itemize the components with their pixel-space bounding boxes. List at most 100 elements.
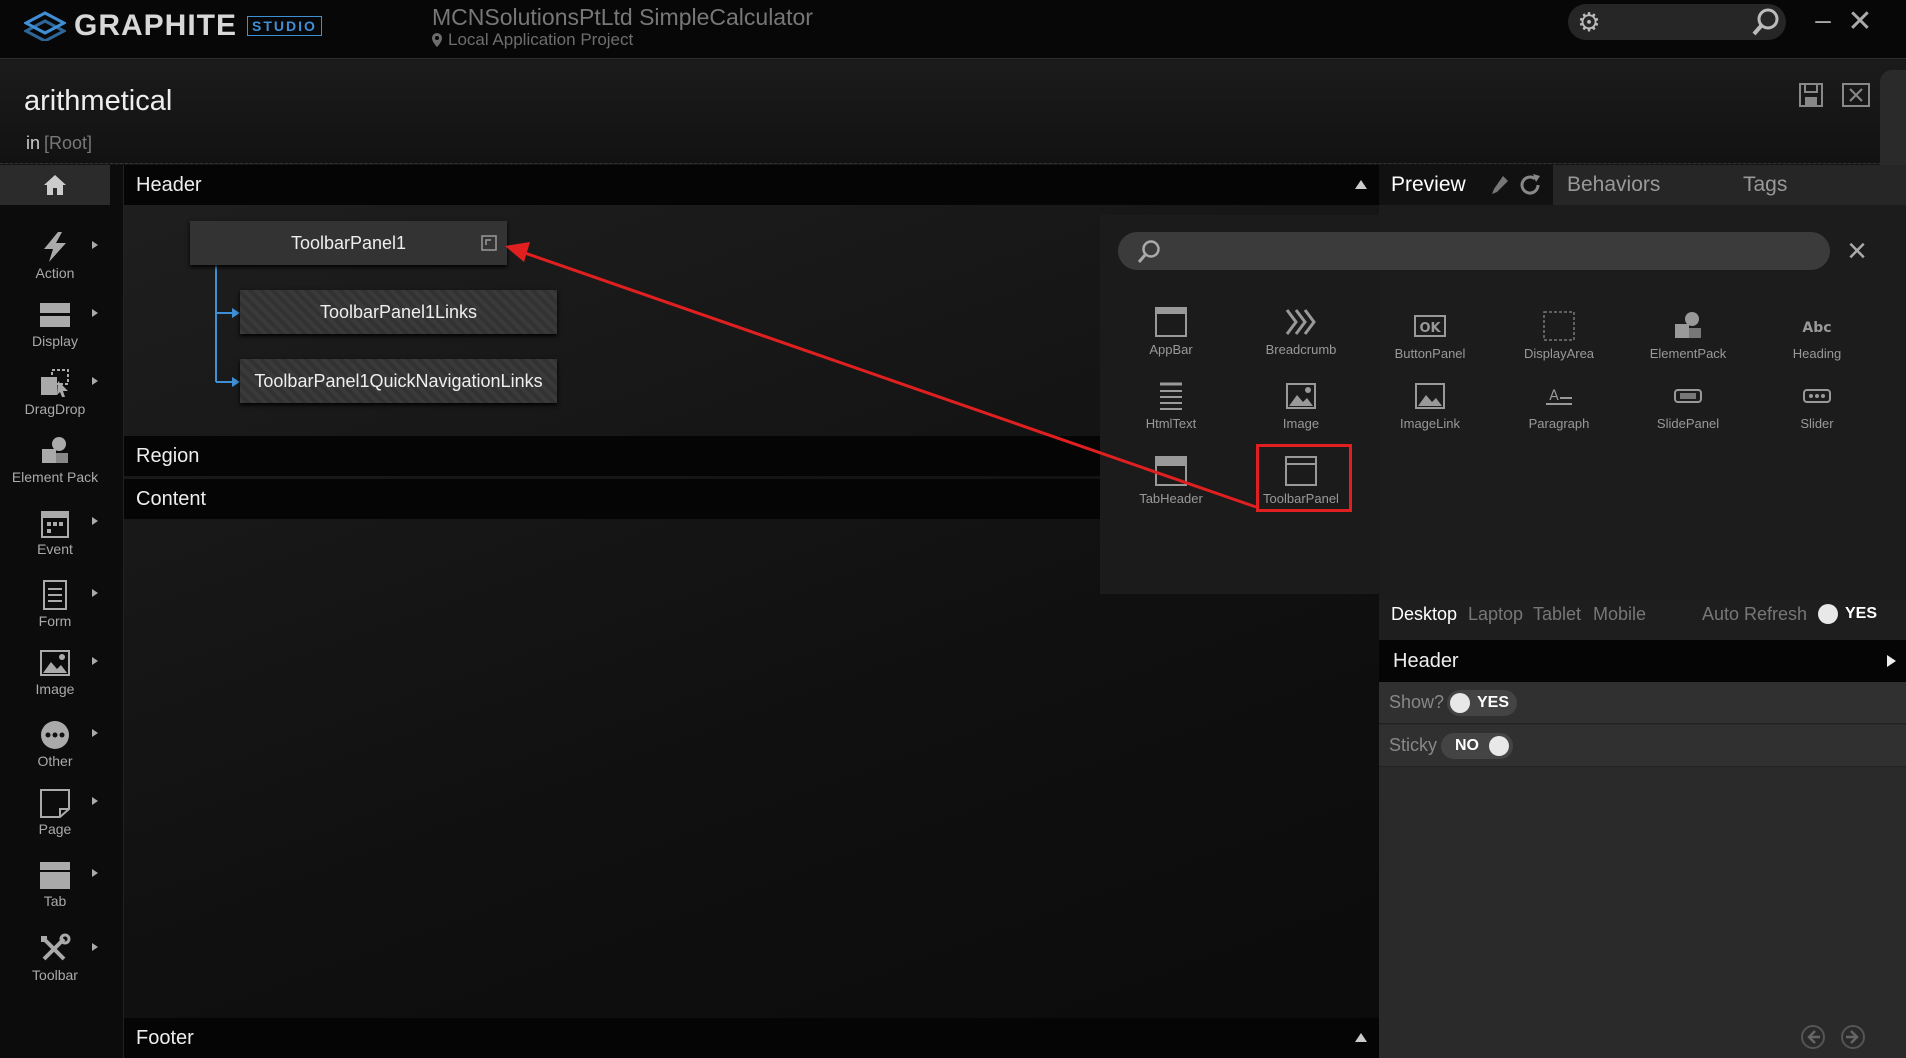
- component-label: ImageLink: [1400, 416, 1460, 431]
- device-tablet[interactable]: Tablet: [1533, 604, 1581, 625]
- tree-node-toolbarpanel1quicknavigationlinks[interactable]: ToolbarPanel1QuickNavigationLinks: [240, 359, 557, 403]
- more-icon: [41, 721, 69, 749]
- component-search-input[interactable]: [1118, 232, 1830, 270]
- sidebar-item-label: Image: [35, 681, 75, 697]
- expand-arrow-icon[interactable]: [1887, 655, 1896, 667]
- collapse-icon[interactable]: [1355, 1033, 1367, 1042]
- component-label: Breadcrumb: [1265, 342, 1337, 357]
- auto-refresh-toggle[interactable]: [1818, 604, 1838, 624]
- slide-panel-icon: [1674, 389, 1702, 403]
- device-desktop[interactable]: Desktop: [1391, 604, 1457, 625]
- forward-arrow-icon[interactable]: [1838, 1024, 1868, 1050]
- minimize-button[interactable]: –: [1810, 6, 1836, 36]
- component-breadcrumb[interactable]: Breadcrumb: [1246, 306, 1356, 357]
- tree-node-toolbarpanel1links[interactable]: ToolbarPanel1Links: [240, 290, 557, 334]
- close-icon[interactable]: [1841, 82, 1871, 108]
- sticky-toggle-value: NO: [1455, 737, 1479, 754]
- back-arrow-icon[interactable]: [1798, 1024, 1828, 1050]
- component-paragraph[interactable]: A Paragraph: [1504, 380, 1614, 431]
- element-pack-icon: [42, 437, 68, 463]
- section-header[interactable]: Header: [124, 165, 1379, 205]
- component-tabheader[interactable]: TabHeader: [1116, 455, 1226, 506]
- component-slider[interactable]: Slider: [1762, 380, 1872, 431]
- component-elementpack[interactable]: ElementPack: [1633, 310, 1743, 361]
- tab-preview[interactable]: Preview: [1379, 165, 1553, 205]
- component-imagelink[interactable]: ImageLink: [1375, 380, 1485, 431]
- component-appbar[interactable]: AppBar: [1116, 306, 1226, 357]
- component-slidepanel[interactable]: SlidePanel: [1633, 380, 1743, 431]
- svg-text:Abc: Abc: [1802, 320, 1831, 336]
- expand-arrow-icon: [92, 797, 98, 805]
- image-link-icon: [1415, 383, 1445, 409]
- component-displayarea[interactable]: DisplayArea: [1504, 310, 1614, 361]
- sidebar-item-image[interactable]: Image: [0, 647, 110, 709]
- sidebar-item-event[interactable]: Event: [0, 507, 110, 569]
- element-pack-icon: [1675, 312, 1701, 338]
- tree-node-label: ToolbarPanel1QuickNavigationLinks: [254, 371, 543, 391]
- sidebar-item-dragdrop[interactable]: DragDrop: [0, 367, 110, 429]
- properties-section-header[interactable]: Header: [1379, 640, 1906, 682]
- dragdrop-icon: [41, 369, 69, 397]
- tab-icon: [40, 862, 70, 889]
- expand-arrow-icon: [92, 589, 98, 597]
- page-title: arithmetical: [24, 85, 173, 117]
- breadcrumb: in [Root]: [26, 133, 92, 154]
- component-label: Paragraph: [1528, 416, 1590, 431]
- close-picker-button[interactable]: ×: [1842, 234, 1872, 268]
- expand-arrow-icon: [92, 309, 98, 317]
- device-laptop[interactable]: Laptop: [1468, 604, 1523, 625]
- section-footer[interactable]: Footer: [124, 1018, 1379, 1058]
- breadcrumb-root[interactable]: [Root]: [44, 133, 92, 153]
- sidebar-item-tab[interactable]: Tab: [0, 859, 110, 921]
- sidebar-item-form[interactable]: Form: [0, 579, 110, 641]
- image-icon: [40, 650, 70, 676]
- tab-window-icon: [1155, 456, 1187, 486]
- home-icon: [44, 175, 66, 195]
- tab-behaviors[interactable]: Behaviors: [1553, 165, 1729, 205]
- component-heading[interactable]: Abc Heading: [1762, 310, 1872, 361]
- show-toggle-knob: [1450, 693, 1470, 713]
- component-htmltext[interactable]: HtmlText: [1116, 380, 1226, 431]
- component-label: HtmlText: [1145, 416, 1197, 431]
- sidebar-item-action[interactable]: Action: [0, 231, 110, 293]
- tab-tags[interactable]: Tags: [1729, 165, 1906, 205]
- sidebar-item-label: Element Pack: [11, 469, 99, 485]
- search-icon[interactable]: [1750, 6, 1782, 38]
- close-window-button[interactable]: ✕: [1846, 6, 1874, 38]
- sidebar-item-label: Event: [37, 541, 73, 557]
- breadcrumb-icon: [1285, 309, 1316, 335]
- sidebar-item-display[interactable]: Display: [0, 299, 110, 361]
- save-icon[interactable]: [1798, 82, 1824, 108]
- pencil-icon[interactable]: [1491, 175, 1509, 195]
- collapse-icon[interactable]: [1355, 180, 1367, 189]
- sidebar-item-label: Display: [32, 333, 78, 349]
- app-logo: GRAPHITE STUDIO: [24, 6, 322, 46]
- sidebar-item-toolbar[interactable]: Toolbar: [0, 933, 110, 995]
- side-panel-handle[interactable]: [1880, 70, 1906, 180]
- sticky-toggle-knob: [1489, 736, 1509, 756]
- component-label: ElementPack: [1649, 346, 1727, 361]
- refresh-icon[interactable]: [1517, 172, 1543, 198]
- sidebar-item-page[interactable]: Page: [0, 787, 110, 849]
- ok-button-icon: OK: [1414, 315, 1446, 337]
- expand-arrow-icon: [92, 377, 98, 385]
- section-region-label: Region: [136, 445, 200, 467]
- expand-corner-icon[interactable]: [481, 235, 497, 251]
- home-button[interactable]: [0, 165, 110, 205]
- section-content-label: Content: [136, 488, 207, 510]
- device-mobile[interactable]: Mobile: [1593, 604, 1646, 625]
- project-name: MCNSolutionsPtLtd SimpleCalculator: [432, 4, 813, 30]
- svg-text:A: A: [1549, 388, 1559, 404]
- component-buttonpanel[interactable]: OK ButtonPanel: [1375, 310, 1485, 361]
- component-image[interactable]: Image: [1246, 380, 1356, 431]
- selection-highlight: [1256, 444, 1352, 512]
- tree-node-label: ToolbarPanel1: [290, 233, 407, 253]
- tree-node-toolbarpanel1[interactable]: ToolbarPanel1: [190, 221, 507, 265]
- show-toggle-value: YES: [1477, 694, 1510, 711]
- component-label: DisplayArea: [1523, 346, 1595, 361]
- expand-arrow-icon: [92, 517, 98, 525]
- sidebar-item-element-pack[interactable]: Element Pack: [0, 435, 110, 497]
- gear-icon[interactable]: ⚙: [1574, 7, 1604, 37]
- sidebar-item-other[interactable]: Other: [0, 719, 110, 781]
- tree-node-label: ToolbarPanel1Links: [319, 302, 478, 322]
